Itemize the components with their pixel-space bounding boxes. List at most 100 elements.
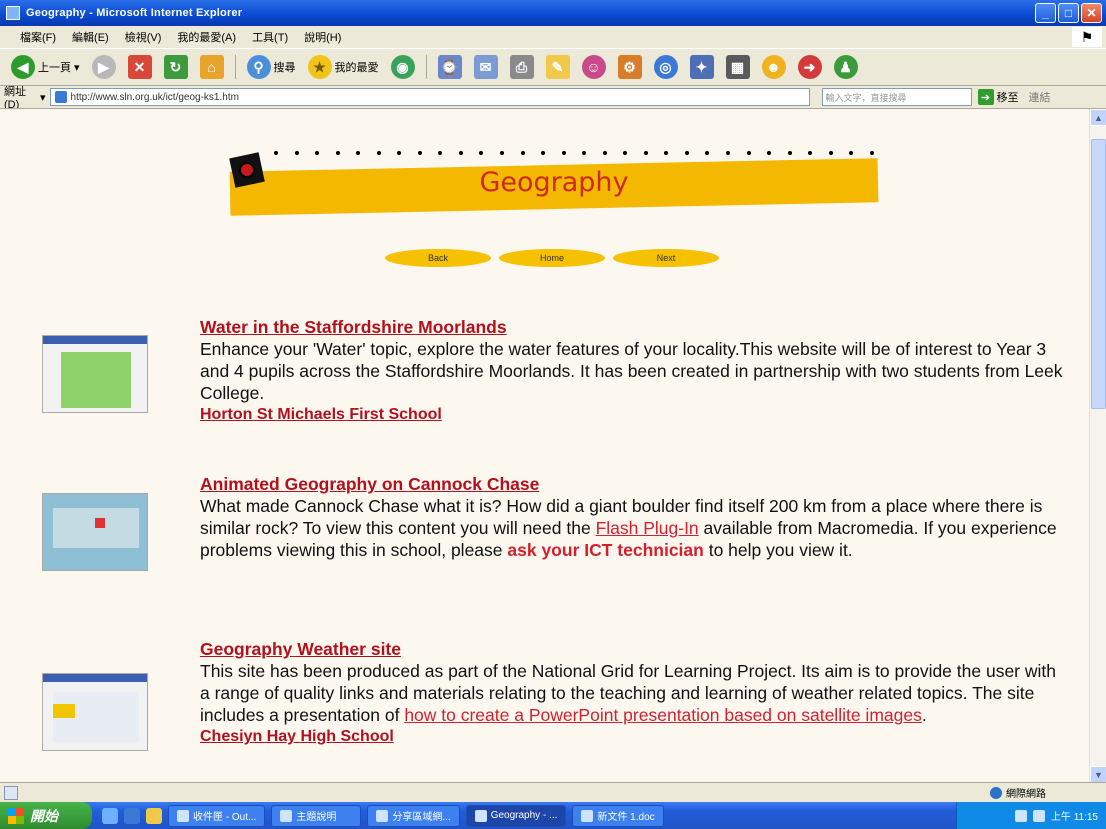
menu-edit[interactable]: 編輯(E) (72, 29, 109, 45)
vertical-scrollbar[interactable]: ▲ ▼ (1089, 109, 1106, 782)
scroll-down-icon[interactable]: ▼ (1090, 766, 1106, 782)
nav-home-button[interactable]: Home (499, 249, 605, 267)
tool-button-7[interactable]: ♟ (831, 53, 861, 81)
tool-button-6[interactable]: ➜ (795, 53, 825, 81)
entry-description-end: to help you view it. (703, 540, 853, 560)
clock[interactable]: 上午 11:15 (1051, 808, 1098, 823)
page-nav: Back Home Next (385, 249, 719, 267)
tool-button-4[interactable]: ▦ (723, 53, 753, 81)
nav-next-button[interactable]: Next (613, 249, 719, 267)
start-label: 開始 (30, 807, 58, 824)
scroll-up-icon[interactable]: ▲ (1090, 109, 1106, 126)
scroll-thumb[interactable] (1091, 139, 1106, 409)
stop-icon: ✕ (127, 55, 152, 79)
windows-logo-icon: ⚑ (1072, 27, 1102, 47)
banner-dots (274, 151, 874, 161)
menu-view[interactable]: 檢視(V) (125, 29, 162, 45)
history-button[interactable]: ⌚ (435, 53, 465, 81)
address-input[interactable]: http://www.sln.org.uk/ict/geog-ks1.htm (49, 88, 810, 106)
entry-description-end: . (921, 705, 927, 725)
entry-water: Water in the Staffordshire Moorlands Enh… (200, 316, 1070, 426)
entry-title-link[interactable]: Animated Geography on Cannock Chase (200, 473, 1070, 495)
entry-thumbnail-weather[interactable] (42, 673, 148, 751)
folder-icon[interactable] (146, 807, 162, 824)
powerpoint-link[interactable]: how to create a PowerPoint presentation … (404, 705, 922, 725)
quick-launch (102, 807, 162, 824)
desktop-icon[interactable] (102, 807, 118, 824)
entry-thumbnail-cannock[interactable] (42, 493, 148, 571)
page-title: Geography (479, 167, 629, 198)
messenger-button[interactable]: ☺ (579, 53, 609, 81)
maximize-button[interactable]: □ (1058, 3, 1079, 23)
security-zone: 網際網路 (990, 785, 1046, 800)
stop-button[interactable]: ✕ (125, 53, 155, 81)
window-titlebar[interactable]: Geography - Microsoft Internet Explorer … (0, 0, 1106, 26)
entry-title-link[interactable]: Geography Weather site (200, 638, 1070, 660)
volume-icon[interactable] (1032, 809, 1045, 822)
home-button[interactable]: ⌂ (197, 53, 227, 81)
history-icon: ⌚ (437, 55, 462, 79)
window-title: Geography - Microsoft Internet Explorer (26, 7, 243, 19)
menu-tools[interactable]: 工具(T) (252, 29, 288, 45)
ie-icon[interactable] (124, 807, 140, 824)
word-icon (581, 809, 594, 822)
messenger-icon: ☺ (581, 55, 606, 79)
entry-weather: Geography Weather site This site has bee… (200, 638, 1070, 748)
edit-icon: ✎ (545, 55, 570, 79)
system-tray: 上午 11:15 (956, 802, 1106, 829)
back-button[interactable]: ◀ 上一頁 ▾ (8, 53, 83, 81)
favorites-label: 我的最愛 (334, 62, 379, 74)
media-button[interactable]: ◉ (388, 53, 418, 81)
entry-school-link[interactable]: Chesiyn Hay High School (200, 726, 1070, 748)
chevron-down-icon: ▾ (74, 61, 80, 74)
task-outlook[interactable]: 收件匣 - Out... (168, 804, 266, 827)
tool-button-3[interactable]: ✦ (687, 53, 717, 81)
forward-arrow-icon: ▶ (91, 55, 116, 79)
close-button[interactable]: ✕ (1081, 3, 1102, 23)
favorites-button[interactable]: ★ 我的最愛 (305, 53, 382, 81)
nav-back-button[interactable]: Back (385, 249, 491, 267)
help-icon (280, 809, 293, 822)
address-label: 網址(D) (4, 86, 26, 111)
tool-button-5[interactable]: ☻ (759, 53, 789, 81)
toolbar-separator (425, 55, 427, 79)
arrow-icon: ➜ (797, 55, 822, 79)
mail-button[interactable]: ✉ (471, 53, 501, 81)
print-button[interactable]: ⎙ (507, 53, 537, 81)
entry-title-link[interactable]: Water in the Staffordshire Moorlands (200, 316, 1070, 338)
star-icon: ★ (307, 55, 332, 79)
entry-school-link[interactable]: Horton St Michaels First School (200, 404, 1070, 426)
windows-flag-icon (8, 807, 24, 824)
tool-button-2[interactable]: ◎ (651, 53, 681, 81)
minimize-button[interactable]: _ (1035, 3, 1056, 23)
globe-icon (990, 786, 1002, 799)
menu-file[interactable]: 檔案(F) (20, 29, 56, 45)
refresh-button[interactable]: ↻ (161, 53, 191, 81)
mail-icon: ✉ (473, 55, 498, 79)
task-help[interactable]: 主題說明 (271, 804, 362, 827)
messenger-people-icon: ♟ (833, 55, 858, 79)
edit-button[interactable]: ✎ (543, 53, 573, 81)
smiley-icon: ☻ (761, 55, 786, 79)
links-label[interactable]: 連結 (1029, 89, 1051, 105)
start-button[interactable]: 開始 (0, 802, 92, 829)
task-share[interactable]: 分享區域網... (367, 804, 460, 827)
entry-thumbnail-water[interactable] (42, 335, 148, 413)
forward-button[interactable]: ▶ (89, 53, 119, 81)
flash-plugin-link[interactable]: Flash Plug-In (596, 518, 699, 538)
menu-favorites[interactable]: 我的最愛(A) (177, 29, 236, 45)
tool-icon: ⚙ (617, 55, 642, 79)
task-geography[interactable]: Geography - ... (465, 804, 567, 827)
back-label: 上一頁 (38, 62, 71, 74)
mail-icon (177, 809, 189, 822)
go-button[interactable]: ➔ 移至 (977, 89, 1019, 105)
address-search-input[interactable]: 輸入文字，直接搜尋 (821, 88, 972, 106)
menu-help[interactable]: 說明(H) (304, 29, 341, 45)
search-button[interactable]: ⚲ 搜尋 (244, 53, 299, 81)
ict-technician-link[interactable]: ask your ICT technician (507, 540, 703, 560)
address-bar: 網址(D) ▾ http://www.sln.org.uk/ict/geog-k… (0, 86, 1106, 111)
task-word[interactable]: 新文件 1.doc (572, 804, 664, 827)
tool-button-1[interactable]: ⚙ (615, 53, 645, 81)
page-viewport[interactable]: Geography Back Home Next Water in the St… (0, 108, 1106, 782)
network-icon[interactable] (1014, 809, 1027, 822)
